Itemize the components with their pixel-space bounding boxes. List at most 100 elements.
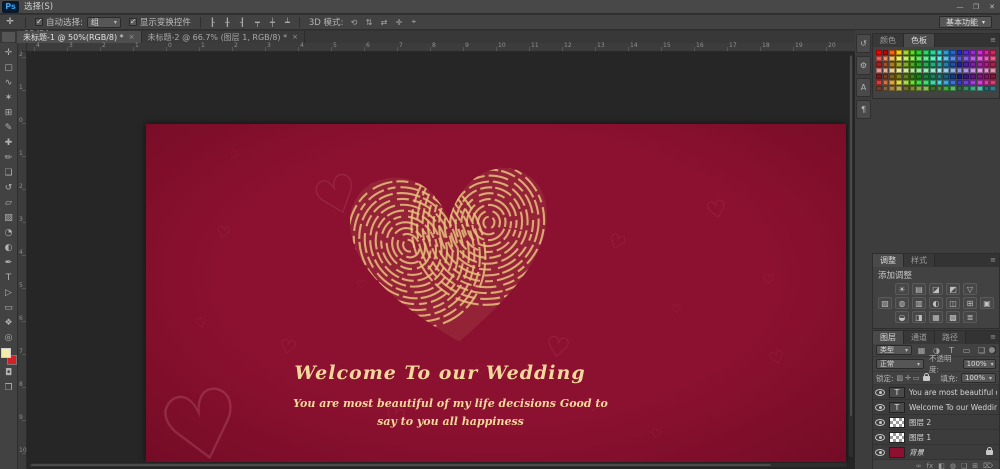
color-swatch[interactable] xyxy=(916,74,922,79)
color-swatch[interactable] xyxy=(950,50,956,55)
adjustment-icon[interactable]: ▩ xyxy=(946,311,960,323)
color-swatch[interactable] xyxy=(896,50,902,55)
layer-thumbnail[interactable] xyxy=(889,447,905,458)
quick-mask-icon[interactable]: ◘ xyxy=(0,365,17,380)
color-swatch[interactable] xyxy=(957,80,963,85)
vertical-scrollbar[interactable] xyxy=(848,53,854,458)
properties-panel-icon[interactable]: ⚙ xyxy=(856,56,871,75)
magic-wand-tool[interactable]: ✶ xyxy=(0,90,17,105)
layer-filter-icon[interactable]: ▦ xyxy=(915,345,928,356)
color-swatch[interactable] xyxy=(984,80,990,85)
layer-row[interactable]: TYou are most beautiful o... xyxy=(873,385,999,400)
color-swatch[interactable] xyxy=(916,62,922,67)
color-swatch[interactable] xyxy=(883,74,889,79)
3d-mode-icon[interactable]: ⇄ xyxy=(377,17,390,28)
wedding-card-canvas[interactable]: Welcome To our Wedding You are most beau… xyxy=(146,124,846,462)
color-swatch[interactable] xyxy=(923,86,929,91)
color-swatch[interactable] xyxy=(990,62,996,67)
align-icon[interactable]: ┿ xyxy=(266,17,279,28)
color-swatch[interactable] xyxy=(957,74,963,79)
adjustment-icon[interactable]: ⊞ xyxy=(963,297,977,309)
color-swatch[interactable] xyxy=(883,68,889,73)
visibility-eye-icon[interactable] xyxy=(875,449,885,456)
scrollbar-thumb[interactable] xyxy=(850,56,852,416)
visibility-eye-icon[interactable] xyxy=(875,389,885,396)
color-swatch[interactable] xyxy=(883,56,889,61)
color-swatch[interactable] xyxy=(957,68,963,73)
color-swatch[interactable] xyxy=(903,68,909,73)
color-swatch[interactable] xyxy=(963,62,969,67)
color-swatch[interactable] xyxy=(957,50,963,55)
color-swatch[interactable] xyxy=(910,68,916,73)
color-swatch[interactable] xyxy=(876,68,882,73)
auto-select-dropdown[interactable]: 组 ▾ xyxy=(87,17,121,28)
fill-dropdown[interactable]: 100% ▾ xyxy=(961,373,996,383)
color-swatch[interactable] xyxy=(943,62,949,67)
adjustment-icon[interactable]: ▽ xyxy=(963,283,977,295)
layer-filter-dropdown[interactable]: 类型 ▾ xyxy=(876,345,912,355)
color-swatch[interactable] xyxy=(970,68,976,73)
color-swatch[interactable] xyxy=(896,68,902,73)
color-swatch[interactable] xyxy=(896,86,902,91)
history-brush-tool[interactable]: ↺ xyxy=(0,180,17,195)
color-swatch[interactable] xyxy=(916,86,922,91)
color-swatch[interactable] xyxy=(889,86,895,91)
color-swatch[interactable] xyxy=(910,80,916,85)
layers-footer-icon[interactable]: ❑ xyxy=(961,462,967,469)
color-swatch[interactable] xyxy=(916,56,922,61)
crop-tool[interactable]: ⊞ xyxy=(0,105,17,120)
paragraph-panel-icon[interactable]: ¶ xyxy=(856,100,871,119)
opacity-dropdown[interactable]: 100% ▾ xyxy=(963,359,996,369)
color-swatch[interactable] xyxy=(970,50,976,55)
color-swatch[interactable] xyxy=(977,68,983,73)
lock-option-icon[interactable]: ▨ xyxy=(897,374,904,382)
color-swatch[interactable] xyxy=(896,80,902,85)
layer-filter-icon[interactable]: ❏ xyxy=(975,345,988,356)
align-icon[interactable]: ┠ xyxy=(206,17,219,28)
adjustment-icon[interactable]: ◩ xyxy=(946,283,960,295)
lock-icon[interactable] xyxy=(923,376,930,381)
close-tab-icon[interactable]: × xyxy=(129,33,135,41)
adjustment-icon[interactable]: ≣ xyxy=(963,311,977,323)
color-swatch[interactable] xyxy=(970,86,976,91)
layers-tab-2[interactable]: 通道 xyxy=(904,331,935,344)
adjustment-icon[interactable]: ▤ xyxy=(912,283,926,295)
align-icon[interactable]: ┷ xyxy=(281,17,294,28)
color-swatch[interactable] xyxy=(889,80,895,85)
color-swatch[interactable] xyxy=(977,50,983,55)
color-swatch[interactable] xyxy=(937,86,943,91)
color-swatch[interactable] xyxy=(937,56,943,61)
color-swatch[interactable] xyxy=(937,74,943,79)
toolbar-header[interactable] xyxy=(2,32,15,42)
color-swatch[interactable] xyxy=(984,62,990,67)
color-swatch[interactable] xyxy=(950,68,956,73)
layers-tab-3[interactable]: 路径 xyxy=(935,331,966,344)
color-swatch[interactable] xyxy=(903,62,909,67)
color-swatch[interactable] xyxy=(903,50,909,55)
color-swatch[interactable] xyxy=(930,86,936,91)
color-swatch[interactable] xyxy=(896,56,902,61)
layers-footer-icon[interactable]: ⊞ xyxy=(972,462,978,469)
swatches-tab-2[interactable]: 色板 xyxy=(904,34,935,47)
panel-menu-icon[interactable]: ≡ xyxy=(987,34,999,47)
visibility-eye-icon[interactable] xyxy=(875,404,885,411)
color-swatch[interactable] xyxy=(943,74,949,79)
color-swatch[interactable] xyxy=(970,62,976,67)
adjustments-tab-1[interactable]: 调整 xyxy=(873,254,904,267)
color-swatch[interactable] xyxy=(889,56,895,61)
color-swatch[interactable] xyxy=(910,56,916,61)
layer-thumbnail[interactable] xyxy=(889,432,905,443)
color-swatch[interactable] xyxy=(903,86,909,91)
adjustment-icon[interactable]: ◐ xyxy=(929,297,943,309)
type-tool[interactable]: T xyxy=(0,270,17,285)
layers-tab-1[interactable]: 图层 xyxy=(873,331,904,344)
layer-row[interactable]: TWelcome To our Wedding xyxy=(873,400,999,415)
color-swatch[interactable] xyxy=(984,56,990,61)
color-swatch[interactable] xyxy=(984,68,990,73)
minimize-icon[interactable]: — xyxy=(952,3,968,11)
visibility-eye-icon[interactable] xyxy=(875,434,885,441)
color-swatch[interactable] xyxy=(910,74,916,79)
lock-option-icon[interactable]: ▭ xyxy=(913,374,920,382)
color-swatch[interactable] xyxy=(876,50,882,55)
color-swatch[interactable] xyxy=(889,68,895,73)
